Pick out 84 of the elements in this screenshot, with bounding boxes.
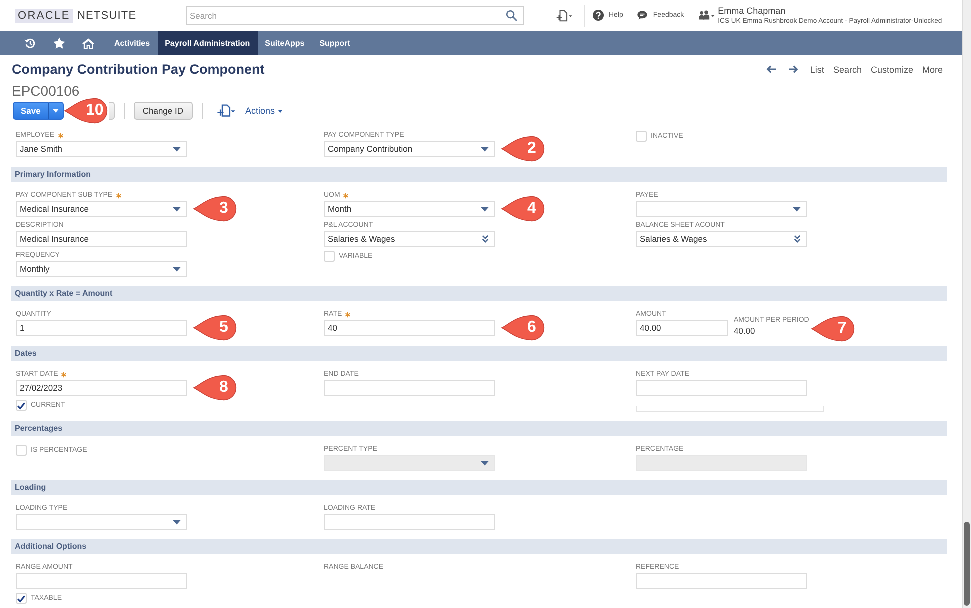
speech-bubble-icon xyxy=(637,10,648,21)
nav-tab[interactable]: Support xyxy=(312,31,358,55)
callout-marker: 10 xyxy=(64,98,108,124)
section-header: Primary Information xyxy=(11,167,947,182)
logo-brand: ORACLE xyxy=(15,8,74,22)
dropdown-arrow-icon xyxy=(481,460,489,466)
dropdown-field[interactable]: Monthly xyxy=(16,261,187,277)
dropdown-field[interactable]: Month xyxy=(324,201,495,217)
text-field[interactable] xyxy=(636,380,807,396)
back-arrow-icon[interactable] xyxy=(766,65,778,74)
section-header: Quantity x Rate = Amount xyxy=(11,286,947,301)
scrollbar-thumb[interactable] xyxy=(964,522,970,606)
section-header: Loading xyxy=(11,480,947,495)
text-field[interactable]: 40.00 xyxy=(636,320,728,336)
button-edge[interactable] xyxy=(108,102,115,120)
text-field[interactable] xyxy=(324,380,495,396)
callout-marker: 8 xyxy=(193,375,237,401)
section-header: Additional Options xyxy=(11,539,947,554)
record-id: EPC00106 xyxy=(11,82,80,100)
text-field[interactable] xyxy=(16,573,187,589)
page-link[interactable]: List xyxy=(810,64,824,74)
text-field[interactable]: 1 xyxy=(16,320,187,336)
checkbox[interactable] xyxy=(16,445,27,456)
nav-tab[interactable]: SuiteApps xyxy=(258,31,312,55)
checkbox[interactable] xyxy=(16,593,27,604)
search-icon[interactable] xyxy=(506,10,517,21)
add-document-dropdown-icon[interactable] xyxy=(216,104,236,118)
save-button[interactable]: Save xyxy=(13,102,48,120)
dropdown-field[interactable] xyxy=(16,514,187,530)
dropdown-arrow-icon xyxy=(173,146,181,152)
page-link[interactable]: Customize xyxy=(870,64,914,74)
field-value: 40.00 xyxy=(734,326,756,337)
home-icon[interactable] xyxy=(82,36,95,50)
text-field[interactable]: Medical Insurance xyxy=(16,231,187,247)
caret-icon xyxy=(278,110,284,112)
add-document-dropdown-icon[interactable] xyxy=(556,10,573,22)
dropdown-field[interactable]: Salaries & Wages xyxy=(324,231,495,247)
dropdown-field[interactable]: Company Contribution xyxy=(324,141,495,157)
logo-product: NETSUITE xyxy=(77,10,137,22)
page-title: Company Contribution Pay Component xyxy=(11,61,265,78)
nav-tab[interactable]: Payroll Administration xyxy=(158,31,258,55)
save-options-button[interactable] xyxy=(48,102,64,120)
people-dropdown-icon[interactable] xyxy=(698,10,716,21)
user-name: Emma Chapman xyxy=(718,6,787,16)
callout-marker: 4 xyxy=(501,196,545,222)
callout-marker: 5 xyxy=(193,315,237,341)
history-icon[interactable] xyxy=(24,36,37,50)
checkmark-icon xyxy=(17,402,26,410)
dropdown-field[interactable]: Salaries & Wages xyxy=(636,231,807,247)
text-field[interactable]: 27/02/2023 xyxy=(16,380,187,396)
nav-tab[interactable]: Activities xyxy=(107,31,158,55)
callout-marker: 7 xyxy=(811,316,856,342)
callout-marker: 6 xyxy=(501,315,545,341)
text-field[interactable]: 40 xyxy=(324,320,495,336)
page-link[interactable]: More xyxy=(922,64,943,74)
text-field[interactable] xyxy=(636,573,807,589)
callout-marker: 2 xyxy=(501,136,545,162)
forward-arrow-icon[interactable] xyxy=(788,65,800,74)
dropdown-arrow-icon xyxy=(481,146,489,152)
dropdown-arrow-icon xyxy=(793,206,801,212)
text-field[interactable] xyxy=(324,514,495,530)
dropdown-arrow-icon xyxy=(481,206,489,212)
dropdown-field[interactable]: Jane Smith xyxy=(16,141,187,157)
scrollbar[interactable] xyxy=(962,0,971,608)
checkbox[interactable] xyxy=(636,131,647,142)
checkbox[interactable] xyxy=(16,400,27,411)
dropdown-field[interactable]: Medical Insurance xyxy=(16,201,187,217)
caret-icon xyxy=(52,109,59,113)
dropdown-arrow-icon xyxy=(173,206,181,212)
checkbox[interactable] xyxy=(324,251,335,262)
checkmark-icon xyxy=(17,594,26,602)
star-icon[interactable] xyxy=(53,36,66,50)
page-link[interactable]: Search xyxy=(833,64,862,74)
callout-marker: 3 xyxy=(193,196,237,222)
dropdown-arrow-icon xyxy=(173,520,181,524)
dropdown-field[interactable] xyxy=(636,201,807,217)
double-chevron-icon xyxy=(482,235,489,243)
dropdown-arrow-icon xyxy=(173,266,181,272)
help-icon xyxy=(593,10,604,21)
actions-menu[interactable]: Actions xyxy=(246,106,284,116)
double-chevron-icon xyxy=(794,235,801,243)
change-id-button[interactable]: Change ID xyxy=(134,102,192,120)
section-header: Dates xyxy=(11,346,947,361)
section-header: Percentages xyxy=(11,421,947,436)
